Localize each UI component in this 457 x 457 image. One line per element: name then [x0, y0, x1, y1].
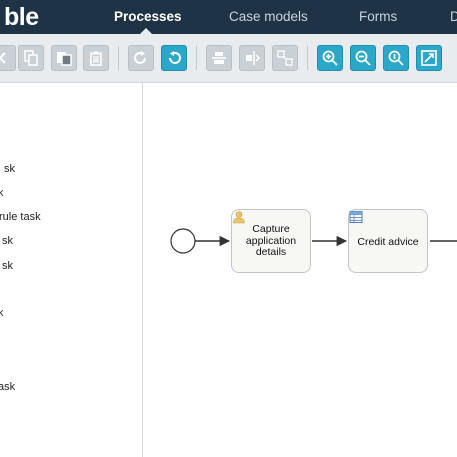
redo-button[interactable]: [128, 45, 154, 71]
undo-icon: [169, 51, 181, 64]
zoom-out-icon: [355, 50, 371, 66]
nav-item-truncated[interactable]: D: [450, 0, 457, 34]
table-icon: [349, 211, 363, 223]
zoom-actual-button[interactable]: [383, 45, 409, 71]
nav-item-case-models[interactable]: Case models: [229, 0, 308, 34]
top-navigation-bar: ble Processes Case models Forms D: [0, 0, 457, 34]
delete-icon: [90, 51, 102, 66]
zoom-out-button[interactable]: [350, 45, 376, 71]
palette-item[interactable]: ask: [0, 381, 15, 394]
toolbar-separator: [196, 46, 197, 70]
copy-button[interactable]: [18, 45, 44, 71]
user-icon: [233, 211, 245, 224]
undo-button[interactable]: [161, 45, 187, 71]
task-label: Capture application details: [245, 223, 297, 258]
same-size-button[interactable]: [272, 45, 298, 71]
chevron-left-icon: [0, 52, 6, 64]
palette-item[interactable]: k: [0, 307, 4, 320]
zoom-in-icon: [322, 50, 338, 66]
palette-item[interactable]: k: [0, 187, 4, 200]
align-vertical-icon: [246, 51, 261, 65]
same-size-icon: [277, 50, 293, 66]
delete-button[interactable]: [83, 45, 109, 71]
redo-icon: [134, 51, 146, 64]
shape-palette: sk k rule task sk sk k ask: [0, 83, 143, 457]
service-task-credit-advice[interactable]: Credit advice: [348, 209, 428, 273]
toolbar-separator: [118, 46, 119, 70]
copy-icon: [24, 50, 38, 66]
task-label: Credit advice: [357, 236, 419, 248]
paste-icon: [57, 52, 72, 66]
align-vertical-button[interactable]: [239, 45, 265, 71]
zoom-in-button[interactable]: [317, 45, 343, 71]
app-logo[interactable]: ble: [4, 0, 39, 34]
toolbar-separator: [307, 46, 308, 70]
editor-toolbar: [0, 34, 457, 83]
paste-button[interactable]: [51, 45, 77, 71]
align-horizontal-button[interactable]: [206, 45, 232, 71]
process-canvas[interactable]: Capture application details Credit advic…: [143, 83, 457, 457]
align-horizontal-icon: [212, 52, 226, 64]
zoom-fit-icon: [421, 50, 437, 66]
start-event[interactable]: [170, 228, 196, 254]
collapse-button[interactable]: [0, 45, 16, 71]
zoom-actual-icon: [388, 50, 404, 66]
palette-item[interactable]: rule task: [0, 211, 41, 224]
user-task-capture-application-details[interactable]: Capture application details: [231, 209, 311, 273]
palette-item[interactable]: sk: [2, 260, 13, 273]
nav-item-forms[interactable]: Forms: [359, 0, 397, 34]
palette-item[interactable]: sk: [2, 235, 13, 248]
zoom-fit-button[interactable]: [416, 45, 442, 71]
palette-item[interactable]: sk: [4, 163, 15, 176]
